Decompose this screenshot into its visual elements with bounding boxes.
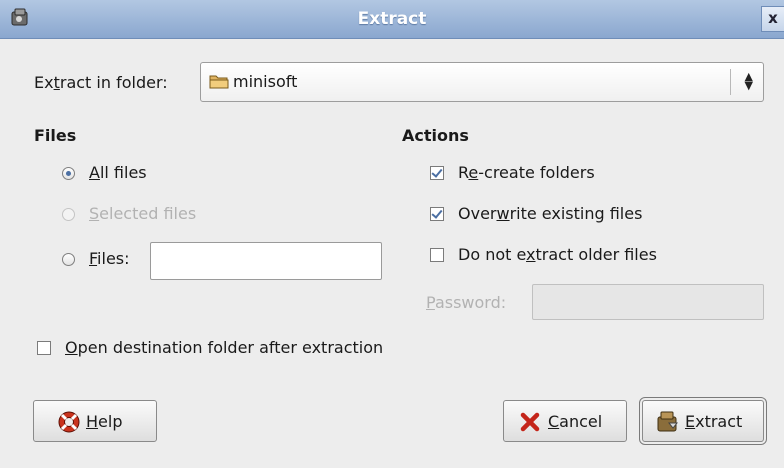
combo-separator	[730, 69, 731, 95]
folder-label: Extract in folder:	[34, 73, 168, 92]
password-label: Password:	[426, 293, 507, 312]
title-bar: Extract x	[0, 0, 784, 39]
close-button[interactable]: x	[761, 6, 784, 32]
selected-files-radio[interactable]	[62, 208, 75, 221]
extract-archive-icon	[657, 411, 679, 432]
files-pattern-label[interactable]: Files:	[89, 249, 130, 268]
recreate-folders-checkbox[interactable]	[430, 166, 444, 180]
no-extract-older-label[interactable]: Do not extract older files	[458, 245, 657, 264]
all-files-label[interactable]: All files	[89, 163, 147, 182]
combo-arrows-icon: ▲ ▼	[744, 70, 753, 92]
folder-value: minisoft	[233, 72, 298, 91]
no-extract-older-checkbox[interactable]	[430, 248, 444, 262]
selected-files-label: Selected files	[89, 204, 197, 223]
folder-combobox[interactable]: minisoft ▲ ▼	[200, 62, 764, 102]
overwrite-files-checkbox[interactable]	[430, 207, 444, 221]
actions-heading: Actions	[402, 126, 469, 145]
recreate-folders-label[interactable]: Re-create folders	[458, 163, 595, 182]
window-title: Extract	[357, 9, 427, 29]
files-pattern-input[interactable]	[150, 242, 382, 280]
files-heading: Files	[34, 126, 77, 145]
folder-icon	[209, 75, 229, 89]
open-destination-label[interactable]: Open destination folder after extraction	[65, 338, 383, 357]
help-lifebuoy-icon	[58, 411, 80, 433]
cancel-button[interactable]: Cancel	[503, 400, 627, 442]
overwrite-files-label[interactable]: Overwrite existing files	[458, 204, 642, 223]
help-button[interactable]: Help	[33, 400, 157, 442]
cancel-button-label: Cancel	[548, 412, 603, 431]
password-input[interactable]	[532, 284, 764, 320]
cancel-x-icon	[520, 412, 540, 432]
extract-button[interactable]: Extract	[639, 397, 767, 445]
open-destination-checkbox[interactable]	[37, 341, 51, 355]
files-pattern-radio[interactable]	[62, 253, 75, 266]
all-files-radio[interactable]	[62, 167, 75, 180]
help-button-label: Help	[86, 412, 123, 431]
extract-button-label: Extract	[685, 412, 743, 431]
